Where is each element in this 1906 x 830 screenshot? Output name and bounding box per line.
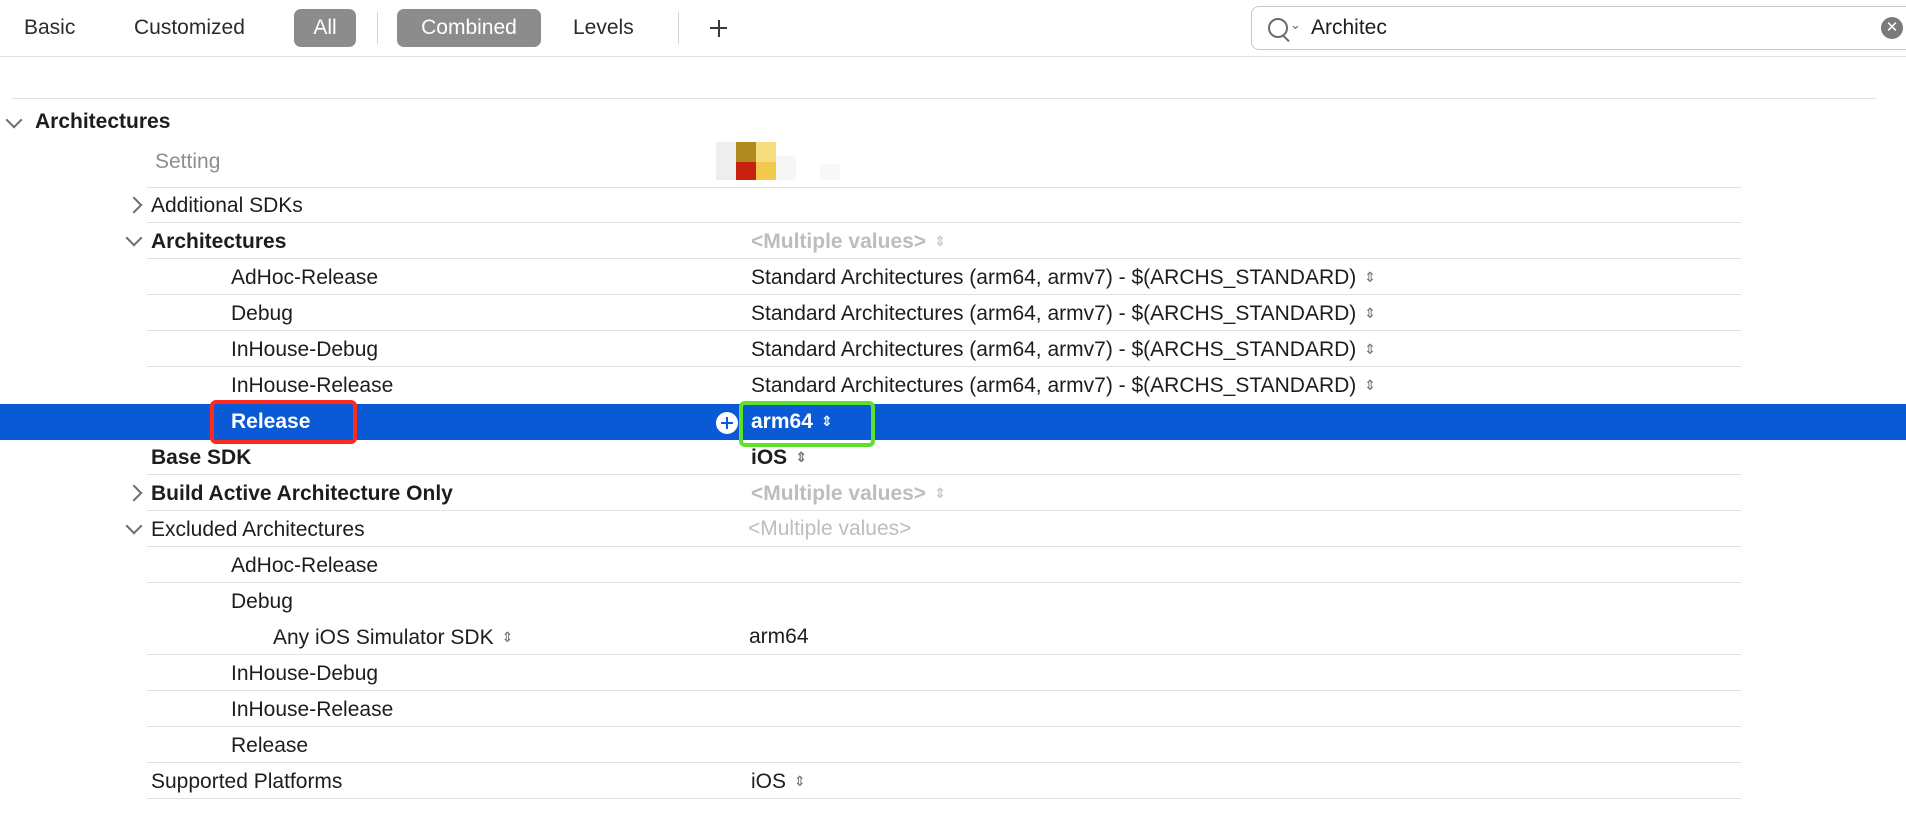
tab-customized[interactable]: Customized [134,9,245,47]
config-label: InHouse-Release [231,374,394,397]
config-label: InHouse-Release [231,698,394,721]
updown-icon: ⇕ [501,629,514,645]
updown-icon: ⇕ [1364,341,1377,357]
row-separator [147,654,1741,655]
config-label: Release [231,734,309,757]
add-setting-button[interactable] [702,12,734,44]
tab-all[interactable]: All [294,9,356,47]
row-separator [147,582,1741,583]
search-input[interactable]: Architec [1311,7,1387,49]
setting-value[interactable]: <Multiple values> [748,516,911,542]
config-label: InHouse-Debug [231,662,379,685]
updown-icon: ⇕ [1364,377,1377,393]
setting-value[interactable]: Standard Architectures (arm64, armv7) - … [751,337,1376,364]
updown-icon: ⇕ [795,449,807,465]
search-field[interactable]: ⌄ Architec ✕ [1251,6,1906,50]
filter-toolbar: Basic Customized All Combined Levels ⌄ A… [0,0,1906,57]
search-options-icon[interactable]: ⌄ [1290,17,1301,33]
toolbar-divider [678,12,679,44]
highlight-box-green [739,401,875,447]
row-separator [147,366,1741,367]
setting-value[interactable]: Standard Architectures (arm64, armv7) - … [751,301,1376,328]
search-icon [1268,18,1288,38]
setting-value[interactable]: <Multiple values> ⇕ [751,229,946,256]
config-label: AdHoc-Release [231,554,379,577]
config-label: Debug [231,302,293,325]
updown-icon: ⇕ [1364,269,1377,285]
updown-icon: ⇕ [794,773,806,789]
add-condition-icon[interactable] [716,412,738,434]
row-separator [147,222,1741,223]
row-separator [147,798,1741,799]
chevron-down-icon[interactable] [125,517,143,535]
tab-levels[interactable]: Levels [573,9,634,47]
row-separator [147,726,1741,727]
chevron-right-icon[interactable] [125,196,143,214]
row-separator [147,546,1741,547]
tab-combined[interactable]: Combined [397,9,541,47]
row-separator [147,258,1741,259]
config-label: InHouse-Debug [231,338,379,361]
row-separator [147,762,1741,763]
chevron-down-icon[interactable] [5,111,23,129]
updown-icon: ⇕ [934,233,946,249]
setting-value[interactable]: arm64 [749,624,809,650]
setting-label[interactable]: Excluded Architectures [151,517,365,543]
setting-value[interactable]: iOS ⇕ [751,769,806,796]
setting-label[interactable]: Build Active Architecture Only [151,481,453,507]
row-separator [147,474,1741,475]
config-label: AdHoc-Release [231,266,379,289]
setting-label[interactable]: Supported Platforms [151,769,342,795]
highlight-box-red [210,400,357,444]
setting-value[interactable]: <Multiple values> ⇕ [751,481,946,508]
setting-label[interactable]: Architectures [151,229,286,255]
row-separator [147,690,1741,691]
config-label: Debug [231,590,293,613]
section-separator [12,98,1876,99]
row-separator [147,294,1741,295]
setting-column-header: Setting [155,150,221,173]
clear-search-icon[interactable]: ✕ [1881,17,1903,39]
setting-label[interactable]: Base SDK [151,445,251,471]
setting-value[interactable]: Standard Architectures (arm64, armv7) - … [751,265,1376,292]
setting-value[interactable]: iOS ⇕ [751,445,807,472]
chevron-down-icon[interactable] [125,229,143,247]
row-separator [147,187,1741,188]
toolbar-divider [377,12,378,44]
setting-value[interactable]: Standard Architectures (arm64, armv7) - … [751,373,1376,400]
row-separator [147,330,1741,331]
setting-label[interactable]: Additional SDKs [151,193,303,219]
sdk-condition-selector[interactable]: Any iOS Simulator SDK ⇕ [273,625,513,652]
row-separator [147,510,1741,511]
chevron-right-icon[interactable] [125,484,143,502]
tab-basic[interactable]: Basic [24,9,75,47]
updown-icon: ⇕ [1364,305,1377,321]
section-title: Architectures [35,110,171,133]
updown-icon: ⇕ [934,485,946,501]
